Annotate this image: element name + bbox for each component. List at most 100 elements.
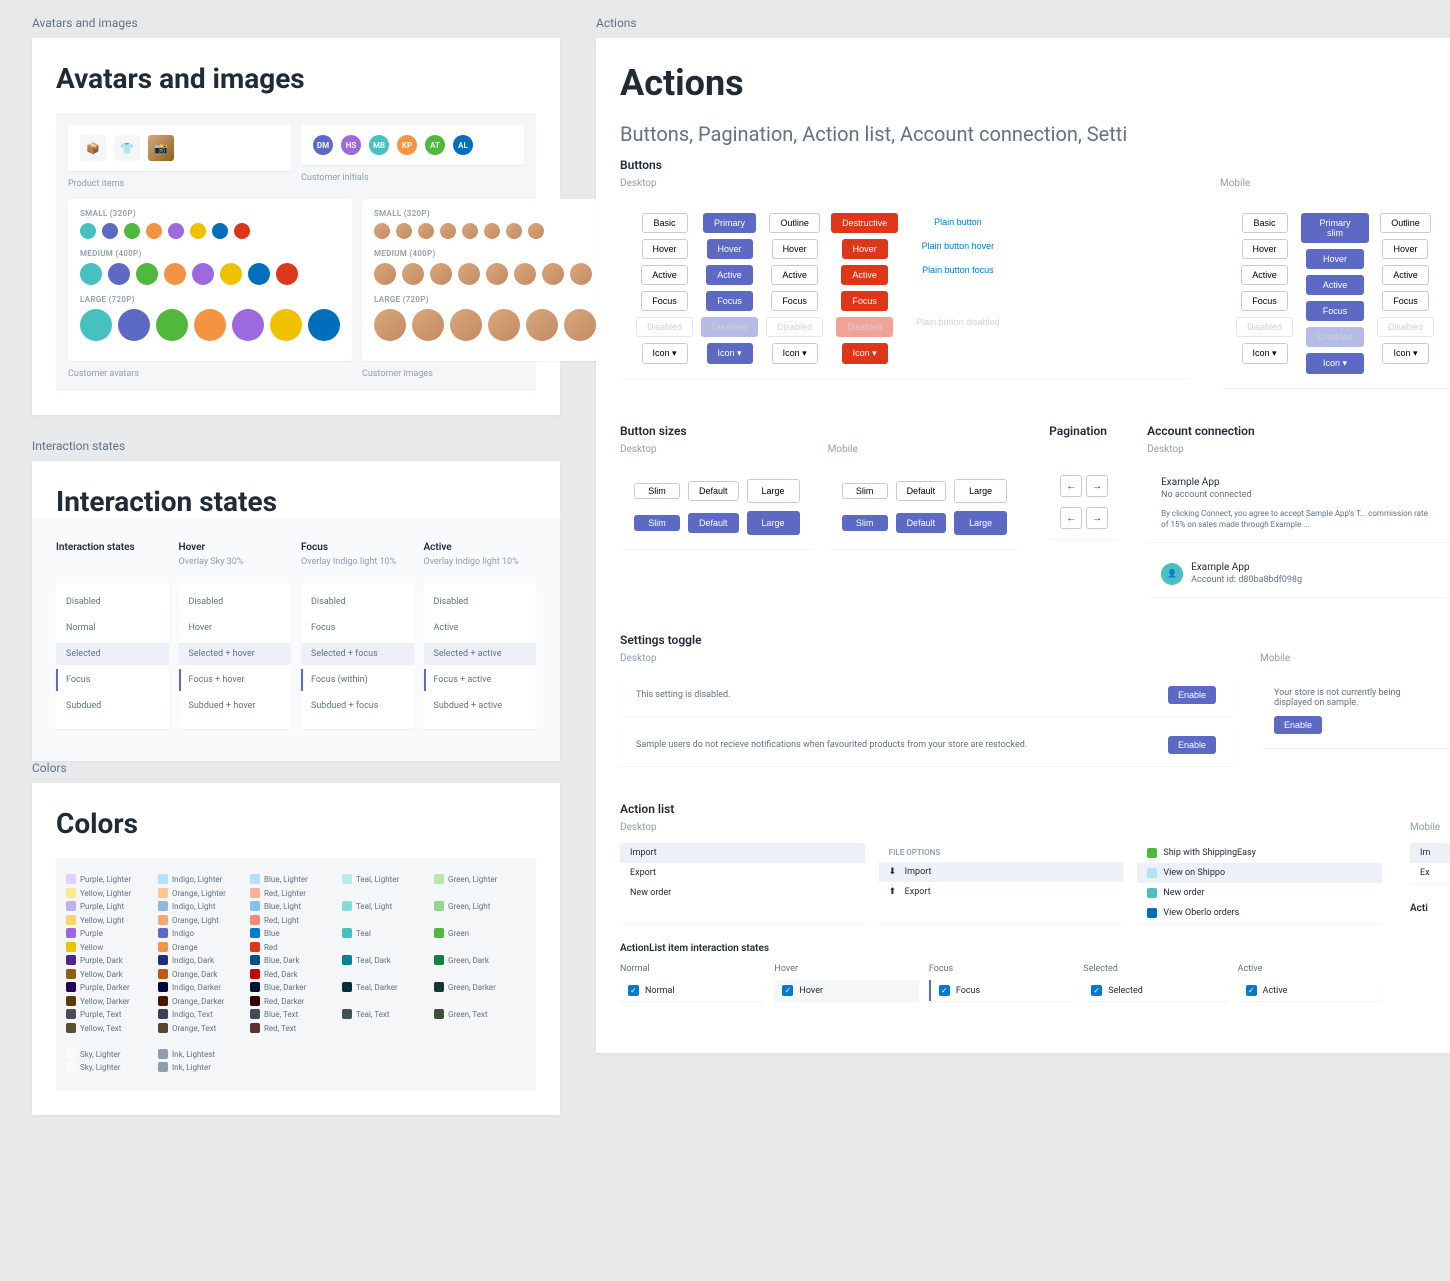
action-list-item[interactable]: Im: [1410, 843, 1450, 863]
destructive-button[interactable]: Disabled: [836, 317, 893, 337]
destructive-button[interactable]: Destructive: [831, 213, 898, 233]
state-item[interactable]: Focus (within): [301, 669, 414, 691]
primary-button[interactable]: Disabled: [701, 317, 758, 337]
slim-primary-button[interactable]: Slim: [634, 515, 680, 531]
state-item[interactable]: Disabled: [424, 591, 537, 613]
large-button[interactable]: Large: [747, 479, 800, 503]
primary-button[interactable]: Hover: [707, 239, 753, 259]
basic-button[interactable]: Hover: [642, 239, 688, 259]
pager-prev[interactable]: ←: [1060, 475, 1082, 497]
outline-button[interactable]: Outline: [769, 213, 820, 233]
state-item[interactable]: Hover: [179, 617, 292, 639]
state-item[interactable]: Subdued + hover: [179, 695, 292, 717]
outline-button[interactable]: Focus: [1382, 291, 1429, 311]
state-item[interactable]: Disabled: [179, 591, 292, 613]
action-list-item[interactable]: ✓Hover: [774, 980, 918, 1001]
state-item[interactable]: Normal: [56, 617, 169, 639]
primary-button[interactable]: Active: [706, 265, 753, 285]
slim-primary-button[interactable]: Slim: [842, 515, 888, 531]
state-item[interactable]: Subdued + active: [424, 695, 537, 717]
large-primary-button[interactable]: Large: [747, 511, 800, 535]
outline-button[interactable]: Hover: [1382, 239, 1428, 259]
state-item[interactable]: Focus: [56, 669, 169, 691]
pager-prev[interactable]: ←: [1060, 507, 1082, 529]
destructive-button[interactable]: Icon ▾: [842, 343, 888, 364]
state-item[interactable]: Selected: [56, 643, 169, 665]
basic-button[interactable]: Active: [1241, 265, 1288, 285]
action-list-item[interactable]: Ex: [1410, 863, 1450, 883]
basic-button[interactable]: Active: [641, 265, 688, 285]
state-item[interactable]: Selected + focus: [301, 643, 414, 665]
pager-next[interactable]: →: [1086, 507, 1108, 529]
primary-button[interactable]: Focus: [706, 291, 753, 311]
plain-button[interactable]: Plain button hover: [912, 237, 1005, 255]
enable-button[interactable]: Enable: [1274, 716, 1322, 734]
enable-button[interactable]: Enable: [1168, 736, 1216, 754]
state-item[interactable]: Selected + active: [424, 643, 537, 665]
action-list-item[interactable]: ✓Active: [1238, 980, 1382, 1001]
slim-button[interactable]: Slim: [842, 483, 888, 499]
action-list-item[interactable]: View Oberlo orders: [1137, 903, 1382, 923]
action-list-item[interactable]: Import: [620, 843, 865, 863]
primary-slim-button[interactable]: Hover: [1306, 249, 1364, 269]
state-item[interactable]: Disabled: [56, 591, 169, 613]
outline-button[interactable]: Active: [771, 265, 818, 285]
action-list-item[interactable]: View on Shippo: [1137, 863, 1382, 883]
action-list-item[interactable]: ✓Selected: [1083, 980, 1227, 1001]
state-item[interactable]: Subdued + focus: [301, 695, 414, 717]
state-item[interactable]: Focus + active: [424, 669, 537, 691]
outline-button[interactable]: Outline: [1380, 213, 1431, 233]
slim-button[interactable]: Slim: [634, 483, 680, 499]
basic-button[interactable]: Disabled: [636, 317, 693, 337]
pager-next[interactable]: →: [1086, 475, 1108, 497]
action-list-item[interactable]: Export: [620, 863, 865, 883]
action-list-item[interactable]: ⬆Export: [879, 882, 1124, 902]
primary-slim-button[interactable]: Primary slim: [1301, 213, 1369, 243]
outline-button[interactable]: Disabled: [766, 317, 823, 337]
primary-slim-button[interactable]: Icon ▾: [1306, 353, 1364, 374]
plain-button[interactable]: Plain button focus: [912, 261, 1004, 279]
action-list-item[interactable]: New order: [620, 883, 865, 903]
outline-button[interactable]: Active: [1382, 265, 1429, 285]
basic-button[interactable]: Icon ▾: [642, 343, 688, 364]
large-button[interactable]: Large: [954, 479, 1007, 503]
default-button[interactable]: Default: [896, 481, 947, 501]
basic-button[interactable]: Basic: [1242, 213, 1288, 233]
state-item[interactable]: Disabled: [301, 591, 414, 613]
action-list-item[interactable]: New order: [1137, 883, 1382, 903]
primary-button[interactable]: Primary: [703, 213, 756, 233]
outline-button[interactable]: Icon ▾: [772, 343, 818, 364]
default-primary-button[interactable]: Default: [896, 513, 947, 533]
basic-button[interactable]: Disabled: [1236, 317, 1293, 337]
basic-button[interactable]: Icon ▾: [1242, 343, 1288, 364]
state-item[interactable]: Focus: [301, 617, 414, 639]
enable-button[interactable]: Enable: [1168, 686, 1216, 704]
action-list-item[interactable]: ✓Focus: [929, 980, 1073, 1001]
outline-button[interactable]: Disabled: [1377, 317, 1434, 337]
action-list-item[interactable]: Ship with ShippingEasy: [1137, 843, 1382, 863]
plain-button[interactable]: Plain button disabled: [906, 313, 1010, 331]
outline-button[interactable]: Hover: [772, 239, 818, 259]
state-item[interactable]: Subdued: [56, 695, 169, 717]
default-primary-button[interactable]: Default: [688, 513, 739, 533]
primary-slim-button[interactable]: Focus: [1306, 301, 1364, 321]
outline-button[interactable]: Focus: [771, 291, 818, 311]
action-list-item[interactable]: ✓Normal: [620, 980, 764, 1001]
action-list-item[interactable]: ⬇Import: [879, 862, 1124, 882]
default-button[interactable]: Default: [688, 481, 739, 501]
basic-button[interactable]: Focus: [641, 291, 688, 311]
basic-button[interactable]: Hover: [1242, 239, 1288, 259]
primary-slim-button[interactable]: Disabled: [1306, 327, 1364, 347]
basic-button[interactable]: Basic: [642, 213, 688, 233]
plain-button[interactable]: Plain button: [924, 213, 992, 231]
large-primary-button[interactable]: Large: [954, 511, 1007, 535]
basic-button[interactable]: Focus: [1241, 291, 1288, 311]
state-item[interactable]: Focus + hover: [179, 669, 292, 691]
destructive-button[interactable]: Hover: [842, 239, 888, 259]
outline-button[interactable]: Icon ▾: [1382, 343, 1428, 364]
primary-slim-button[interactable]: Active: [1306, 275, 1364, 295]
state-item[interactable]: Selected + hover: [179, 643, 292, 665]
destructive-button[interactable]: Focus: [841, 291, 888, 311]
destructive-button[interactable]: Active: [841, 265, 888, 285]
primary-button[interactable]: Icon ▾: [707, 343, 753, 364]
